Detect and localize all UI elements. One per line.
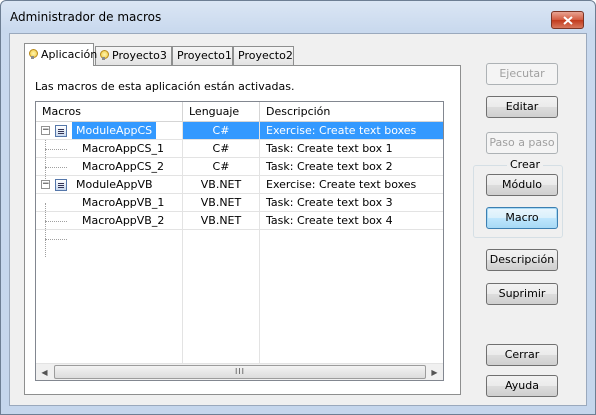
macro-language: VB.NET [183,194,260,212]
bulb-icon [29,49,38,59]
column-header-macros[interactable]: Macros [36,102,183,122]
tab-label: Proyecto1 [177,49,232,62]
table-row[interactable]: MacroAppVB_2 VB.NET Task: Create text bo… [36,212,443,230]
macro-language: VB.NET [183,212,260,230]
collapse-icon[interactable]: − [41,180,50,189]
macro-description: Task: Create text box 3 [260,194,443,212]
tab-panel-aplicacion: Las macros de esta aplicación están acti… [24,65,461,395]
modulo-button[interactable]: Módulo [486,174,558,196]
table-row[interactable]: MacroAppVB_1 VB.NET Task: Create text bo… [36,194,443,212]
suprimir-button[interactable]: Suprimir [486,283,558,305]
close-button[interactable] [551,11,584,29]
bulb-icon [100,50,109,60]
macro-description: Task: Create text box 4 [260,212,443,230]
column-divider [259,230,260,364]
macro-name: MacroAppVB_1 [36,194,183,212]
macro-language: C# [183,122,260,140]
tab-label: Proyecto2 [238,49,293,62]
editar-button[interactable]: Editar [486,96,558,118]
macro-description: Exercise: Create text boxes [260,176,443,194]
descripcion-button[interactable]: Descripción [486,249,558,271]
title-bar[interactable]: Administrador de macros [1,1,595,33]
column-header-lenguaje[interactable]: Lenguaje [183,102,260,122]
macro-name: MacroAppVB_2 [36,212,183,230]
macro-name: ModuleAppVB [76,178,153,191]
tab-proyecto2[interactable]: Proyecto2 [233,46,294,65]
tab-aplicacion[interactable]: Aplicación [24,43,98,66]
tab-label: Proyecto3 [112,49,167,62]
macro-language: C# [183,158,260,176]
table-row[interactable]: MacroAppCS_1 C# Task: Create text box 1 [36,140,443,158]
ejecutar-button[interactable]: Ejecutar [486,63,558,85]
macro-description: Task: Create text box 2 [260,158,443,176]
table-header: Macros Lenguaje Descripción [36,102,443,122]
table-row[interactable]: − ModuleAppCS C# Exercise: Create text b… [36,122,443,140]
table-row[interactable]: − ModuleAppVB VB.NET Exercise: Create te… [36,176,443,194]
tree-line [45,239,67,240]
column-header-descripcion[interactable]: Descripción [260,102,443,122]
cerrar-button[interactable]: Cerrar [486,344,558,366]
macro-button[interactable]: Macro [486,207,558,229]
macro-language: C# [183,140,260,158]
collapse-icon[interactable]: − [41,126,50,135]
macro-name: MacroAppCS_2 [36,158,183,176]
macro-name-cell: − ModuleAppCS [36,122,183,140]
crear-group-label: Crear [507,158,543,171]
scroll-right-icon[interactable]: ▶ [426,364,443,380]
column-divider [182,230,183,364]
macro-description: Task: Create text box 1 [260,140,443,158]
module-icon [55,125,67,137]
macro-name: ModuleAppCS [72,122,157,139]
macros-status-text: Las macros de esta aplicación están acti… [35,80,295,93]
module-icon [55,179,67,191]
ayuda-button[interactable]: Ayuda [486,375,558,397]
macros-table[interactable]: Macros Lenguaje Descripción − ModuleAppC [35,101,444,381]
macro-name: MacroAppCS_1 [36,140,183,158]
tab-proyecto3[interactable]: Proyecto3 [95,46,172,65]
window-title: Administrador de macros [10,10,162,24]
table-row[interactable]: MacroAppCS_2 C# Task: Create text box 2 [36,158,443,176]
horizontal-scrollbar[interactable]: ◀ III ▶ [36,363,443,380]
macro-manager-window: Administrador de macros Aplicación Proye… [0,0,596,415]
dialog-client-area: Aplicación Proyecto3 Proyecto1 Proyecto2… [9,33,587,406]
scroll-thumb[interactable]: III [54,365,426,379]
scroll-left-icon[interactable]: ◀ [36,364,53,380]
paso-a-paso-button[interactable]: Paso a paso [486,132,558,154]
tab-label: Aplicación [41,48,98,61]
tab-proyecto1[interactable]: Proyecto1 [172,46,233,65]
macro-name-cell: − ModuleAppVB [36,176,183,194]
macro-language: VB.NET [183,176,260,194]
macro-description: Exercise: Create text boxes [260,122,443,140]
close-icon [562,15,573,25]
